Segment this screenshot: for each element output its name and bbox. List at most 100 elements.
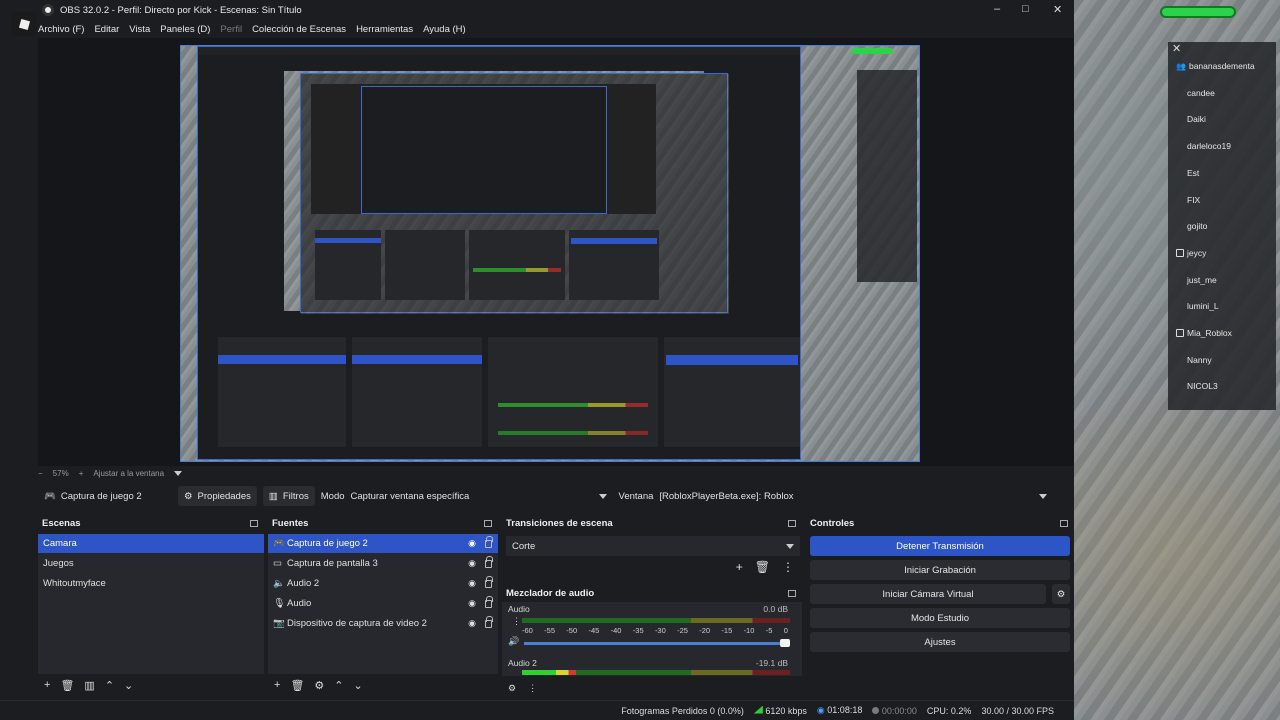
- close-button[interactable]: ✕: [1053, 3, 1062, 16]
- viewer-name: NICOL3: [1187, 381, 1218, 392]
- move-up-icon[interactable]: ⌃: [105, 679, 114, 692]
- channel-name: Audio 2: [508, 658, 537, 668]
- lock-icon[interactable]: [485, 555, 493, 568]
- start-virtual-camera-button[interactable]: Iniciar Cámara Virtual: [810, 584, 1046, 604]
- start-recording-button[interactable]: Iniciar Grabación: [810, 560, 1070, 580]
- mode-select[interactable]: Capturar ventana específica: [350, 486, 613, 506]
- more-icon[interactable]: ⋮: [512, 616, 521, 627]
- preview-canvas[interactable]: [180, 45, 920, 462]
- scene-item[interactable]: Juegos: [38, 554, 264, 573]
- trash-icon[interactable]: 🗑: [60, 679, 74, 692]
- viewer-item[interactable]: lumini_L: [1176, 296, 1219, 316]
- eye-icon[interactable]: ◉: [468, 538, 476, 549]
- viewer-item[interactable]: 👥 bananasdementa: [1176, 56, 1255, 76]
- undock-icon[interactable]: [1060, 519, 1068, 527]
- trash-icon[interactable]: 🗑: [290, 679, 304, 692]
- undock-icon[interactable]: [788, 589, 796, 597]
- undock-icon[interactable]: [250, 519, 258, 527]
- eye-icon[interactable]: ◉: [468, 618, 476, 629]
- signal-icon: [753, 705, 763, 714]
- viewer-item[interactable]: gojito: [1176, 216, 1207, 236]
- volume-slider[interactable]: [524, 639, 790, 647]
- viewer-item[interactable]: just_me: [1176, 270, 1217, 290]
- menu-file[interactable]: Archivo (F): [38, 24, 84, 35]
- zoom-out-button[interactable]: −: [38, 469, 43, 478]
- fps-stat: 30.00 / 30.00 FPS: [981, 705, 1054, 716]
- gear-icon[interactable]: ⚙: [508, 683, 516, 694]
- gear-icon[interactable]: ⚙: [314, 679, 324, 692]
- menu-help[interactable]: Ayuda (H): [423, 24, 466, 35]
- move-down-icon[interactable]: ⌄: [124, 679, 133, 692]
- menu-bar: Archivo (F) Editar Vista Paneles (D) Per…: [38, 20, 466, 38]
- viewer-item[interactable]: NICOL3: [1176, 376, 1218, 396]
- gear-icon: ⚙: [1056, 588, 1066, 600]
- menu-scene-collection[interactable]: Colección de Escenas: [252, 24, 346, 35]
- source-item[interactable]: ▭ Captura de pantalla 3 ◉: [268, 554, 498, 573]
- undock-icon[interactable]: [484, 519, 492, 527]
- trash-icon[interactable]: 🗑: [755, 560, 770, 574]
- viewer-item[interactable]: jeycy: [1176, 243, 1206, 263]
- add-icon[interactable]: +: [44, 679, 50, 691]
- add-icon[interactable]: +: [274, 679, 280, 691]
- settings-button[interactable]: Ajustes: [810, 632, 1070, 652]
- move-down-icon[interactable]: ⌄: [354, 679, 363, 692]
- eye-icon[interactable]: ◉: [468, 558, 476, 569]
- controls-dock: Controles Detener Transmisión Iniciar Gr…: [806, 514, 1074, 696]
- more-icon[interactable]: ⋮: [528, 683, 537, 694]
- zoom-in-button[interactable]: +: [79, 469, 84, 478]
- maximize-button[interactable]: □: [1022, 3, 1029, 15]
- virtual-camera-settings-button[interactable]: ⚙: [1052, 584, 1070, 604]
- mixer-header: Mezclador de audio: [502, 584, 802, 602]
- menu-tools[interactable]: Herramientas: [356, 24, 413, 35]
- move-up-icon[interactable]: ⌃: [334, 679, 343, 692]
- scene-item[interactable]: Whitoutmyface: [38, 574, 264, 593]
- stop-streaming-button[interactable]: Detener Transmisión: [810, 536, 1070, 556]
- menu-docks[interactable]: Paneles (D): [160, 24, 210, 35]
- close-icon[interactable]: ✕: [1172, 42, 1181, 55]
- menu-profile[interactable]: Perfil: [220, 24, 242, 35]
- viewer-item[interactable]: Daiki: [1176, 109, 1206, 129]
- undock-icon[interactable]: [788, 519, 796, 527]
- scenes-header: Escenas: [38, 514, 264, 532]
- source-item[interactable]: 📷 Dispositivo de captura de video 2 ◉: [268, 614, 498, 633]
- source-item[interactable]: 🔈 Audio 2 ◉: [268, 574, 498, 593]
- viewer-item[interactable]: FIX: [1176, 190, 1200, 210]
- scene-item[interactable]: Camara: [38, 534, 264, 553]
- sources-list: 🎮 Captura de juego 2 ◉ ▭ Captura de pant…: [268, 534, 498, 674]
- add-icon[interactable]: +: [736, 560, 743, 574]
- scale-tick: -45: [588, 626, 600, 635]
- viewer-item[interactable]: Mia_Roblox: [1176, 323, 1232, 343]
- eye-icon[interactable]: ◉: [468, 578, 476, 589]
- lock-icon[interactable]: [485, 535, 493, 548]
- source-item[interactable]: 🎙 Audio ◉: [268, 594, 498, 613]
- menu-view[interactable]: Vista: [129, 24, 150, 35]
- viewer-item[interactable]: darleloco19: [1176, 136, 1231, 156]
- minimize-button[interactable]: –: [994, 3, 1000, 15]
- channel-db: 0.0 dB: [763, 604, 788, 614]
- viewer-item[interactable]: candee: [1176, 83, 1215, 103]
- filter-icon[interactable]: ▥: [84, 679, 94, 692]
- transitions-dock: Transiciones de escena Corte + 🗑 ⋮: [502, 514, 802, 582]
- eye-icon[interactable]: ◉: [468, 598, 476, 609]
- speaker-icon[interactable]: 🔊: [508, 636, 519, 647]
- filters-button[interactable]: ▥ Filtros: [262, 486, 315, 506]
- transition-value: Corte: [512, 540, 536, 552]
- fit-to-window[interactable]: Ajustar a la ventana: [93, 469, 164, 478]
- controls-title: Controles: [810, 517, 855, 529]
- lock-icon[interactable]: [485, 595, 493, 608]
- window-select[interactable]: [RobloxPlayerBeta.exe]: Roblox: [659, 486, 1054, 506]
- lock-icon[interactable]: [485, 615, 493, 628]
- properties-button[interactable]: ⚙ Propiedades: [178, 486, 257, 506]
- dropped-frames: Fotogramas Perdidos 0 (0.0%): [621, 705, 744, 716]
- source-item[interactable]: 🎮 Captura de juego 2 ◉: [268, 534, 498, 553]
- lock-icon[interactable]: [485, 575, 493, 588]
- volume-knob[interactable]: [780, 639, 790, 647]
- viewer-item[interactable]: Nanny: [1176, 350, 1212, 370]
- channel-db: -19.1 dB: [755, 658, 788, 668]
- transition-select[interactable]: Corte: [506, 536, 800, 556]
- viewer-item[interactable]: Est: [1176, 163, 1199, 183]
- studio-mode-button[interactable]: Modo Estudio: [810, 608, 1070, 628]
- menu-edit[interactable]: Editar: [94, 24, 119, 35]
- chevron-down-icon[interactable]: [174, 470, 183, 476]
- more-icon[interactable]: ⋮: [782, 560, 794, 574]
